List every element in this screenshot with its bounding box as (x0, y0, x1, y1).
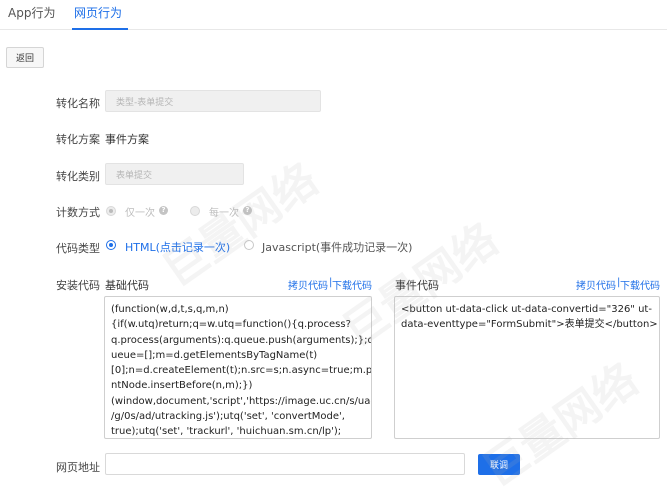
code-line: [0];n=d.createElement(t);n.src=s;n.async… (111, 365, 372, 377)
code-line: q.process(arguments):q.queue.push(argume… (111, 334, 372, 346)
count-once-label: 仅一次 (125, 208, 155, 219)
install-code-label: 安装代码 (56, 279, 100, 292)
conversion-type-select[interactable]: 表单提交 (105, 163, 244, 185)
count-every-label: 每一次 (209, 208, 239, 219)
event-download-code-link[interactable]: 下载代码 (620, 277, 660, 292)
tab-app-behavior[interactable]: App行为 (8, 6, 55, 30)
code-line: data-eventtype="FormSubmit">表单提交</button… (401, 319, 658, 331)
help-icon[interactable]: ? (243, 206, 252, 215)
page-url-input[interactable] (105, 453, 465, 475)
code-type-label: 代码类型 (56, 242, 100, 255)
event-copy-code-link[interactable]: 拷贝代码 (576, 277, 616, 292)
code-line: <button ut-data-click ut-data-convertid=… (401, 304, 652, 315)
code-line: true);utq('set', 'trackurl', 'huichuan.s… (111, 426, 342, 438)
tab-web-behavior[interactable]: 网页行为 (74, 6, 122, 30)
debug-button[interactable]: 联调 (478, 454, 520, 475)
conversion-name-input[interactable]: 类型-表单提交 (105, 90, 321, 112)
code-type-js-radio[interactable] (244, 240, 254, 250)
event-code-textarea[interactable]: <button ut-data-click ut-data-convertid=… (394, 296, 660, 439)
code-line: {if(w.utq)return;q=w.utq=function(){q.pr… (111, 319, 351, 331)
base-copy-code-link[interactable]: 拷贝代码 (288, 277, 328, 292)
code-line: ueue=[];m=d.getElementsByTagName(t) (111, 349, 318, 361)
code-type-js-label: Javascript(事件成功记录一次) (262, 241, 413, 254)
active-tab-indicator (72, 28, 128, 30)
conversion-type-label: 转化类别 (56, 170, 100, 183)
conversion-plan-label: 转化方案 (56, 133, 100, 146)
conversion-name-label: 转化名称 (56, 97, 100, 110)
count-every-radio[interactable] (190, 206, 200, 216)
base-code-title: 基础代码 (105, 279, 149, 292)
back-button[interactable]: 返回 (6, 47, 44, 68)
code-line: (window,document,'script','https://image… (111, 395, 372, 407)
event-code-title: 事件代码 (395, 279, 439, 292)
count-method-label: 计数方式 (56, 206, 100, 219)
count-once-radio[interactable] (106, 206, 116, 216)
base-download-code-link[interactable]: 下载代码 (332, 277, 372, 292)
page-url-label: 网页地址 (56, 461, 100, 474)
tab-bar: App行为 网页行为 (0, 0, 667, 30)
code-line: (function(w,d,t,s,q,m,n) (111, 304, 229, 315)
code-type-html-label: HTML(点击记录一次) (125, 241, 231, 254)
conversion-plan-value: 事件方案 (105, 133, 149, 146)
code-type-html-radio[interactable] (106, 240, 116, 250)
code-line: /g/0s/ad/utracking.js');utq('set', 'conv… (111, 411, 345, 423)
help-icon[interactable]: ? (159, 206, 168, 215)
base-code-textarea[interactable]: (function(w,d,t,s,q,m,n) {if(w.utq)retur… (104, 296, 372, 439)
code-line: ntNode.insertBefore(n,m);}) (111, 380, 253, 392)
